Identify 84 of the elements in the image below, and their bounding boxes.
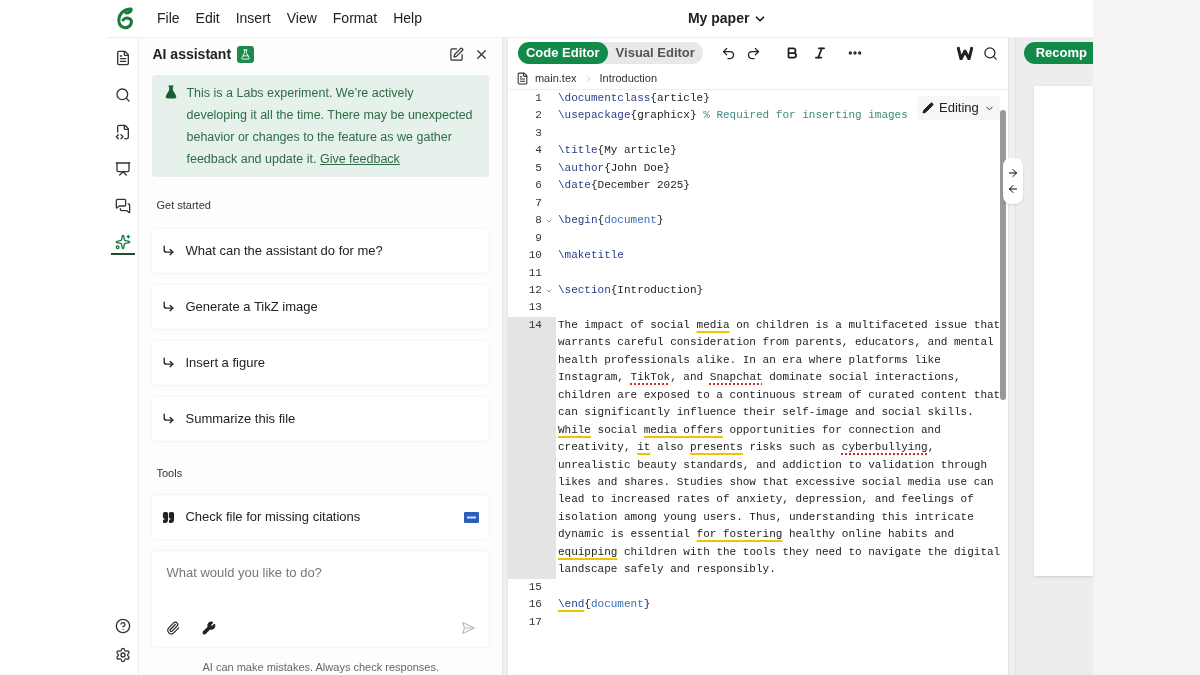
line-number: 2: [535, 108, 542, 124]
recompile-button[interactable]: Recomp: [1023, 42, 1093, 64]
breadcrumb-item[interactable]: Introduction: [599, 70, 657, 87]
arrow-icon: [162, 356, 176, 369]
code-line: The impact of social media on children is a multifaceted issue that warrants careful consideration from parents, educators, and mental health professionals alike. In an era where platforms like Instagram, TikTok, and Snapchat dominate social interactions, children are exposed to a continuous stream of curated content that can significantly influence their self-image and social skills. While social media offers opportunities for connection and creativity, it also presents risks such as cyberbullying, unrealistic beauty standards, and addiction to validation through likes and shares. Studies show that excessive social media use can lead to increased rates of anxiety, depression, and feelings of isolation among young users. Thus, understanding this intricate dynamic is essential for fostering healthy online habits and equipping children with the tools they need to navigate the digital landscape safely and responsibly.: [556, 317, 1002, 578]
menu-item[interactable]: Insert: [227, 8, 279, 29]
section-heading: Get started: [155, 198, 212, 213]
line-number: 4: [535, 143, 542, 159]
sparkle-icon: [114, 234, 131, 250]
line-number: 3: [535, 125, 542, 141]
prompt-field[interactable]: What would you like to do?: [152, 551, 489, 647]
panel-title: AI assistant: [152, 45, 232, 64]
suggestion-item[interactable]: What can the assistant do for me?: [152, 228, 489, 273]
new-badge-icon: [464, 511, 479, 523]
code-line: \maketitle: [556, 248, 624, 264]
notice-text: This is a Labs experiment. We’re actively developing it all the time. There may be unexpected behavior or changes to the feature as we gather feedback and update it. Give feedback: [186, 85, 474, 168]
quote-icon: [162, 510, 176, 524]
code-line: \title{My article}: [556, 143, 677, 159]
italic-icon[interactable]: [812, 46, 827, 60]
redo-icon[interactable]: [745, 45, 761, 61]
line-number: 17: [528, 614, 542, 630]
arrow-icon: [162, 412, 176, 425]
logo-icon[interactable]: [115, 6, 135, 31]
undo-icon[interactable]: [720, 45, 736, 61]
editing-dropdown[interactable]: Editing: [917, 96, 1000, 120]
breadcrumb-item[interactable]: main.tex: [534, 70, 577, 87]
pencil-icon: [922, 102, 935, 114]
menu-item[interactable]: Format: [324, 8, 386, 29]
disclaimer-text: AI can make mistakes. Always check responses.: [201, 659, 441, 675]
code-line: \author{John Doe}: [556, 160, 671, 176]
attach-icon[interactable]: [166, 620, 181, 635]
line-number: 11: [528, 265, 542, 281]
line-number: 6: [535, 178, 542, 194]
line-number: 16: [528, 597, 542, 613]
file-icon: [114, 50, 131, 66]
search-icon: [114, 87, 131, 103]
presentation-icon: [114, 161, 131, 177]
new-chat-icon[interactable]: [449, 47, 464, 62]
menu-item[interactable]: Edit: [187, 8, 228, 29]
mode-tab[interactable]: Visual Editor: [607, 42, 703, 64]
line-number: 9: [535, 230, 542, 246]
chat-icon: [114, 198, 131, 214]
search-icon[interactable]: [982, 45, 998, 61]
code-line: \date{December 2025}: [556, 178, 690, 194]
arrow-icon: [162, 244, 176, 257]
arrow-right-icon[interactable]: [1006, 167, 1019, 179]
code-line: \usepackage{graphicx} % Required for inserting images: [556, 108, 908, 124]
suggestion-item[interactable]: Check file for missing citations: [152, 495, 489, 539]
line-number: 7: [535, 195, 542, 211]
close-icon[interactable]: [474, 47, 489, 62]
settings-icon[interactable]: [114, 647, 131, 663]
suggestion-item[interactable]: Summarize this file: [152, 396, 489, 441]
feedback-link[interactable]: Give feedback: [319, 152, 400, 166]
menu-item[interactable]: View: [278, 8, 325, 29]
suggestion-item[interactable]: Generate a TikZ image: [152, 284, 489, 329]
line-number: 8: [535, 213, 542, 229]
line-number: 14: [528, 317, 542, 333]
w-logo-icon[interactable]: [956, 46, 973, 60]
mode-tab[interactable]: Code Editor: [517, 42, 608, 64]
arrow-left-icon[interactable]: [1006, 183, 1019, 195]
menu-item[interactable]: File: [149, 8, 188, 29]
code-line: \begin{document}: [556, 213, 664, 229]
line-number: 15: [528, 579, 542, 595]
suggestion-item[interactable]: Insert a figure: [152, 340, 489, 385]
prompt-input[interactable]: What would you like to do?: [166, 563, 475, 583]
section-heading: Tools: [155, 465, 184, 481]
code-file-icon: [114, 124, 131, 140]
menu-item[interactable]: Help: [385, 8, 430, 29]
flask-icon: [164, 85, 179, 99]
code-line: \documentclass{article}: [556, 91, 710, 106]
line-number: 10: [528, 248, 542, 264]
labs-badge: [237, 46, 255, 63]
file-icon: [515, 72, 529, 85]
code-line: \section{Introduction}: [556, 283, 704, 298]
line-number: 13: [528, 300, 542, 316]
line-number: 5: [535, 160, 542, 176]
arrow-icon: [162, 300, 176, 313]
line-number: 12: [528, 283, 542, 298]
line-number: 1: [535, 91, 542, 106]
wrench-icon[interactable]: [202, 620, 217, 635]
code-line: \end{document}: [556, 597, 651, 613]
help-icon[interactable]: [114, 618, 131, 634]
project-title[interactable]: My paper: [687, 8, 768, 29]
fold-icon[interactable]: [544, 287, 553, 295]
